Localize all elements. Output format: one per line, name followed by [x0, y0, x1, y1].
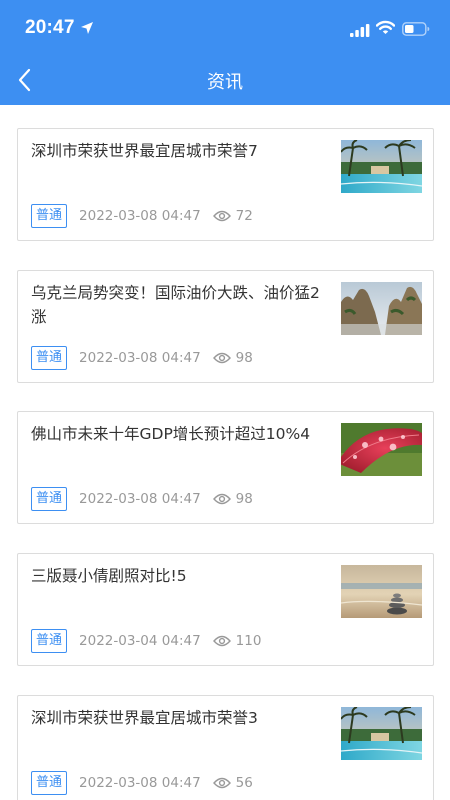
publish-date: 2022-03-08 04:47 — [79, 775, 201, 791]
article-meta: 普通 2022-03-08 04:47 72 — [31, 204, 253, 228]
eye-icon — [212, 352, 231, 364]
publish-date: 2022-03-08 04:47 — [79, 350, 201, 366]
article-thumbnail — [341, 140, 422, 193]
article-title: 乌克兰局势突变！国际油价大跌、油价猛2涨 — [31, 284, 320, 326]
location-arrow-icon — [80, 20, 94, 39]
publish-date: 2022-03-08 04:47 — [79, 491, 201, 507]
eye-icon — [212, 777, 231, 789]
publish-date: 2022-03-04 04:47 — [79, 633, 201, 649]
battery-icon — [402, 21, 430, 40]
article-title: 佛山市未来十年GDP增长预计超过10%4 — [31, 425, 311, 443]
article-thumbnail — [341, 423, 422, 476]
category-tag: 普通 — [31, 629, 68, 653]
eye-icon — [212, 493, 231, 505]
status-time: 20:47 — [25, 17, 75, 38]
article-thumbnail — [341, 707, 422, 760]
article-title: 深圳市荣获世界最宜居城市荣誉3 — [31, 709, 258, 727]
category-tag: 普通 — [31, 487, 68, 511]
article-meta: 普通 2022-03-08 04:47 98 — [31, 487, 253, 511]
list-item[interactable]: 乌克兰局势突变！国际油价大跌、油价猛2涨 普通 2022-03-08 04:47… — [17, 270, 434, 383]
article-title: 三版聂小倩剧照对比!5 — [31, 567, 187, 585]
page-title: 资讯 — [207, 72, 243, 93]
status-bar: 20:47 — [0, 0, 450, 56]
eye-icon — [212, 210, 231, 222]
article-meta: 普通 2022-03-08 04:47 56 — [31, 771, 253, 795]
list-item[interactable]: 深圳市荣获世界最宜居城市荣誉7 普通 2022-03-08 04:47 72 — [17, 128, 434, 241]
view-count: 98 — [235, 350, 253, 366]
category-tag: 普通 — [31, 346, 68, 370]
article-thumbnail — [341, 282, 422, 335]
article-title: 深圳市荣获世界最宜居城市荣誉7 — [31, 142, 258, 160]
article-thumbnail — [341, 565, 422, 618]
publish-date: 2022-03-08 04:47 — [79, 208, 201, 224]
category-tag: 普通 — [31, 204, 68, 228]
list-item[interactable]: 三版聂小倩剧照对比!5 普通 2022-03-04 04:47 110 — [17, 553, 434, 666]
eye-icon — [212, 635, 231, 647]
category-tag: 普通 — [31, 771, 68, 795]
view-count: 110 — [235, 633, 262, 649]
wifi-icon — [375, 20, 396, 39]
view-count: 56 — [235, 775, 253, 791]
signal-icon — [350, 22, 370, 41]
view-count: 98 — [235, 491, 253, 507]
article-meta: 普通 2022-03-08 04:47 98 — [31, 346, 253, 370]
list-item[interactable]: 佛山市未来十年GDP增长预计超过10%4 普通 2022-03-08 04:47… — [17, 411, 434, 524]
article-meta: 普通 2022-03-04 04:47 110 — [31, 629, 261, 653]
list-item[interactable]: 深圳市荣获世界最宜居城市荣誉3 普通 2022-03-08 04:47 56 — [17, 695, 434, 800]
navigation-bar: 资讯 — [0, 56, 450, 105]
view-count: 72 — [235, 208, 253, 224]
header-bar: 20:47 资讯 — [0, 0, 450, 105]
